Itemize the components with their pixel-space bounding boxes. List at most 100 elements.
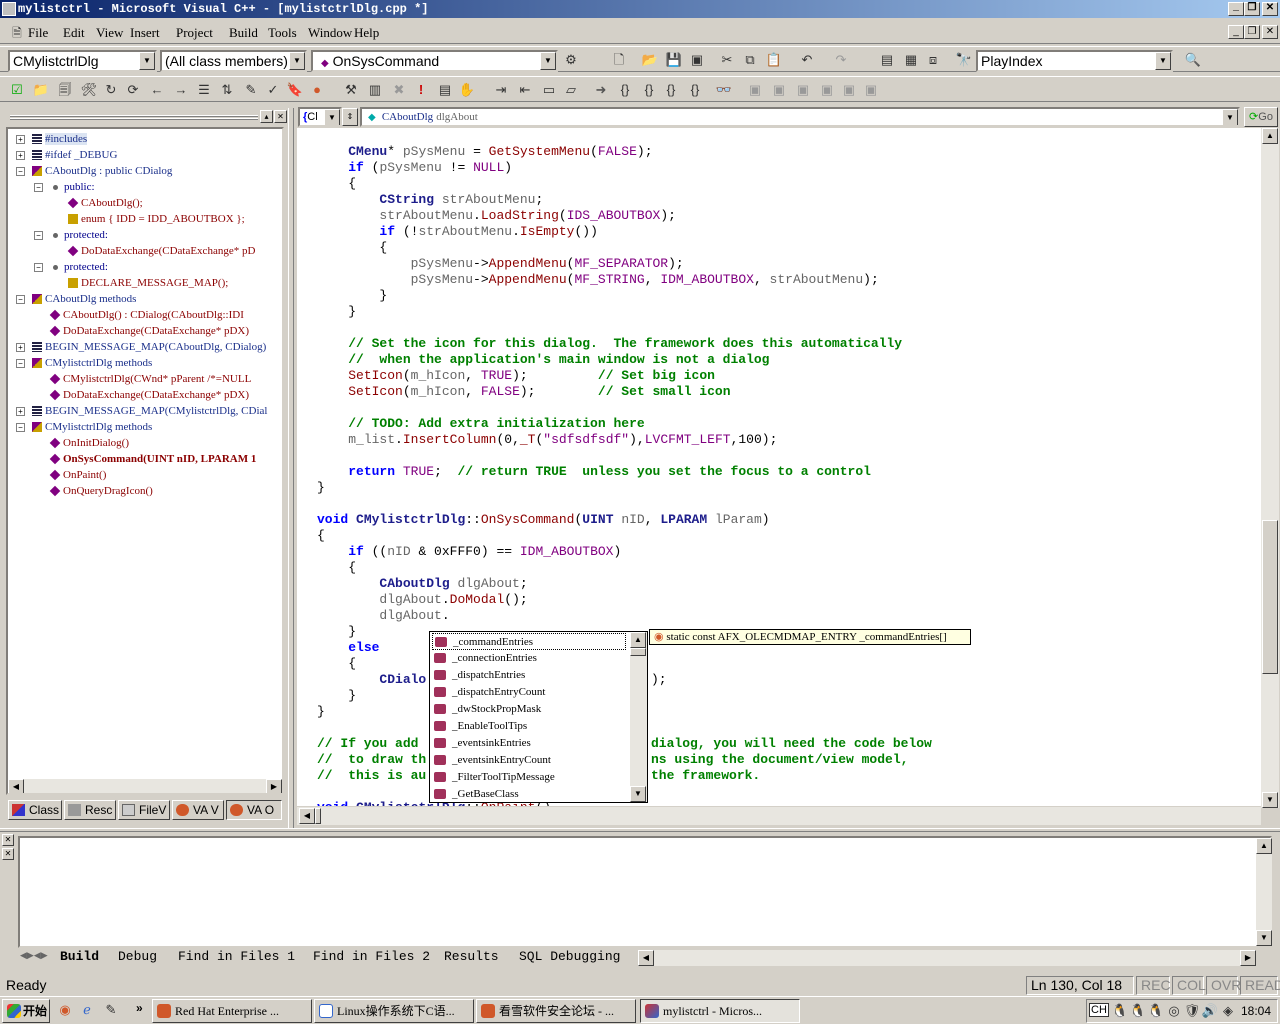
code-line[interactable]: pSysMenu->AppendMenu(MF_STRING, IDM_ABOU… (317, 272, 879, 288)
horizontal-scrollbar[interactable]: ◀ ▶ (8, 779, 282, 793)
comment-icon[interactable]: ✎ (242, 81, 260, 99)
scroll-left-icon[interactable]: ◀ (638, 950, 654, 966)
step-out-icon[interactable]: {} (662, 81, 680, 99)
menu-file[interactable]: File (28, 25, 48, 41)
tree-item[interactable]: CAboutDlg : public CDialog (32, 163, 172, 179)
autocomplete-item[interactable]: _dispatchEntryCount (434, 684, 546, 701)
step-into-icon[interactable]: {} (616, 81, 634, 99)
build-icon[interactable]: ▥ (366, 81, 384, 99)
new-text-file-icon[interactable]: 🗋 (610, 51, 628, 69)
chevron-down-icon[interactable]: ▼ (540, 52, 556, 70)
workspace-icon[interactable]: ▤ (878, 51, 896, 69)
pane-close-icon[interactable]: ✕ (274, 110, 287, 123)
menu-view[interactable]: View (96, 25, 123, 41)
scroll-left-icon[interactable]: ◀ (8, 779, 24, 793)
code-line[interactable]: // If you add (317, 736, 418, 752)
expand-toggle-icon[interactable]: − (34, 231, 43, 240)
output-dock-icon[interactable]: ✕ (2, 848, 14, 860)
filter-combo[interactable]: (All class members) ▼ (160, 50, 307, 72)
chevron-down-icon[interactable]: ▼ (289, 52, 305, 70)
expand-toggle-icon[interactable]: − (16, 295, 25, 304)
autocomplete-item[interactable]: _eventsinkEntryCount (434, 752, 551, 769)
tree-item[interactable]: DoDataExchange(CDataExchange* pDX) (49, 323, 249, 339)
quicklaunch-more-icon[interactable]: » (136, 1001, 143, 1015)
compile-icon[interactable]: ⚒ (342, 81, 360, 99)
code-line[interactable]: } (317, 480, 325, 496)
tree-item[interactable]: CAboutDlg(); (67, 195, 143, 211)
outdent-icon[interactable]: ⇤ (516, 81, 534, 99)
editor-vertical-scrollbar[interactable]: ▲ ▼ (1261, 128, 1279, 808)
doc-minimize-button[interactable]: _ (1228, 25, 1244, 39)
search-icon[interactable]: 🔍 (1184, 51, 1202, 69)
list-icon[interactable]: ☰ (195, 81, 213, 99)
code-line[interactable]: } (317, 304, 356, 320)
code-line[interactable]: // Set the icon for this dialog. The fra… (317, 336, 902, 352)
sort-icon[interactable]: ⇅ (218, 81, 236, 99)
ie-icon[interactable]: ℯ (78, 1001, 96, 1019)
volume-icon[interactable]: 🔊 (1201, 1002, 1219, 1020)
run-to-cursor-icon[interactable]: {} (686, 81, 704, 99)
memory-icon[interactable]: ▣ (818, 81, 836, 99)
code-line[interactable]: { (317, 240, 387, 256)
qq-icon[interactable]: 🐧 (1147, 1002, 1165, 1020)
menu-window[interactable]: Window (308, 25, 352, 41)
tree-item[interactable]: OnPaint() (49, 467, 106, 483)
menu-project[interactable]: Project (176, 25, 213, 41)
input-language[interactable]: CH (1089, 1003, 1109, 1017)
menu-build[interactable]: Build (229, 25, 258, 41)
expand-toggle-icon[interactable]: − (16, 167, 25, 176)
paste-icon[interactable]: 📋 (765, 51, 783, 69)
tab-file-view[interactable]: FileV (118, 800, 170, 820)
code-line[interactable]: strAboutMenu.LoadString(IDS_ABOUTBOX); (317, 208, 676, 224)
bookmark-icon[interactable]: 🔖 (286, 81, 304, 99)
comment-block-icon[interactable]: ▱ (562, 81, 580, 99)
code-line[interactable]: } (317, 704, 325, 720)
code-line[interactable]: if (pSysMenu != NULL) (317, 160, 512, 176)
start-button[interactable]: 开始 (2, 999, 50, 1023)
copy-icon[interactable]: ⧉ (741, 51, 759, 69)
code-line[interactable]: { (317, 560, 356, 576)
output-splitter[interactable] (0, 828, 1280, 832)
tab-results[interactable]: Results (444, 948, 499, 966)
expand-toggle-icon[interactable]: − (16, 423, 25, 432)
output-vertical-scrollbar[interactable]: ▲ ▼ (1256, 838, 1272, 946)
code-line[interactable]: // TODO: Add extra initialization here (317, 416, 644, 432)
save-all-icon[interactable]: ▣ (688, 51, 706, 69)
code-line[interactable]: // to draw th (317, 752, 426, 768)
member-combo[interactable]: ◆ OnSysCommand ▼ (311, 50, 558, 72)
code-line[interactable]: { (317, 528, 325, 544)
window-list-icon[interactable]: ⧈ (924, 51, 942, 69)
task-kanxue[interactable]: 看雪软件安全论坛 - ... (476, 999, 636, 1023)
autocomplete-item[interactable]: _GetBaseClass (434, 786, 519, 803)
tree-item[interactable]: BEGIN_MESSAGE_MAP(CAboutDlg, CDialog) (32, 339, 266, 355)
autocomplete-list[interactable]: _commandEntries _connectionEntries _dispat… (429, 631, 648, 803)
autocomplete-item[interactable]: _connectionEntries (434, 650, 537, 667)
scroll-thumb[interactable] (630, 648, 646, 656)
expand-toggle-icon[interactable]: − (34, 263, 43, 272)
code-line[interactable]: else (317, 640, 379, 656)
forward-icon[interactable]: → (172, 81, 190, 99)
open-workspace-icon[interactable]: 📁 (32, 81, 50, 99)
expand-toggle-icon[interactable]: + (16, 135, 25, 144)
disassembly-icon[interactable]: ▣ (862, 81, 880, 99)
task-linux-c[interactable]: Linux操作系统下C语... (314, 999, 474, 1023)
refresh-icon[interactable]: ↻ (102, 81, 120, 99)
go-icon[interactable]: ▤ (436, 81, 454, 99)
undo-icon[interactable]: ↶ (798, 51, 816, 69)
expand-toggle-icon[interactable]: + (16, 151, 25, 160)
breakpoint-hand-icon[interactable]: ✋ (458, 81, 476, 99)
tab-va-outline[interactable]: VA O (226, 800, 282, 820)
tree-item[interactable]: CMylistctrlDlg(CWnd* pParent /*=NULL (49, 371, 251, 387)
redo-icon[interactable]: ↷ (832, 51, 850, 69)
menu-tools[interactable]: Tools (268, 25, 297, 41)
context-combo[interactable]: ◆ CAboutDlg dlgAbout ▼ (360, 107, 1240, 127)
tree-item[interactable]: OnInitDialog() (49, 435, 129, 451)
tree-item[interactable]: OnQueryDragIcon() (49, 483, 153, 499)
code-line[interactable]: { (317, 656, 356, 672)
find-in-files-icon[interactable]: 🔭 (955, 51, 973, 69)
scroll-down-icon[interactable]: ▼ (630, 786, 646, 802)
code-line[interactable]: void CMylistctrlDlg::OnSysCommand(UINT n… (317, 512, 770, 528)
code-line[interactable]: CAboutDlg dlgAbout; (317, 576, 527, 592)
shield-icon[interactable]: 🛡 (1183, 1002, 1201, 1020)
menu-edit[interactable]: Edit (63, 25, 85, 41)
